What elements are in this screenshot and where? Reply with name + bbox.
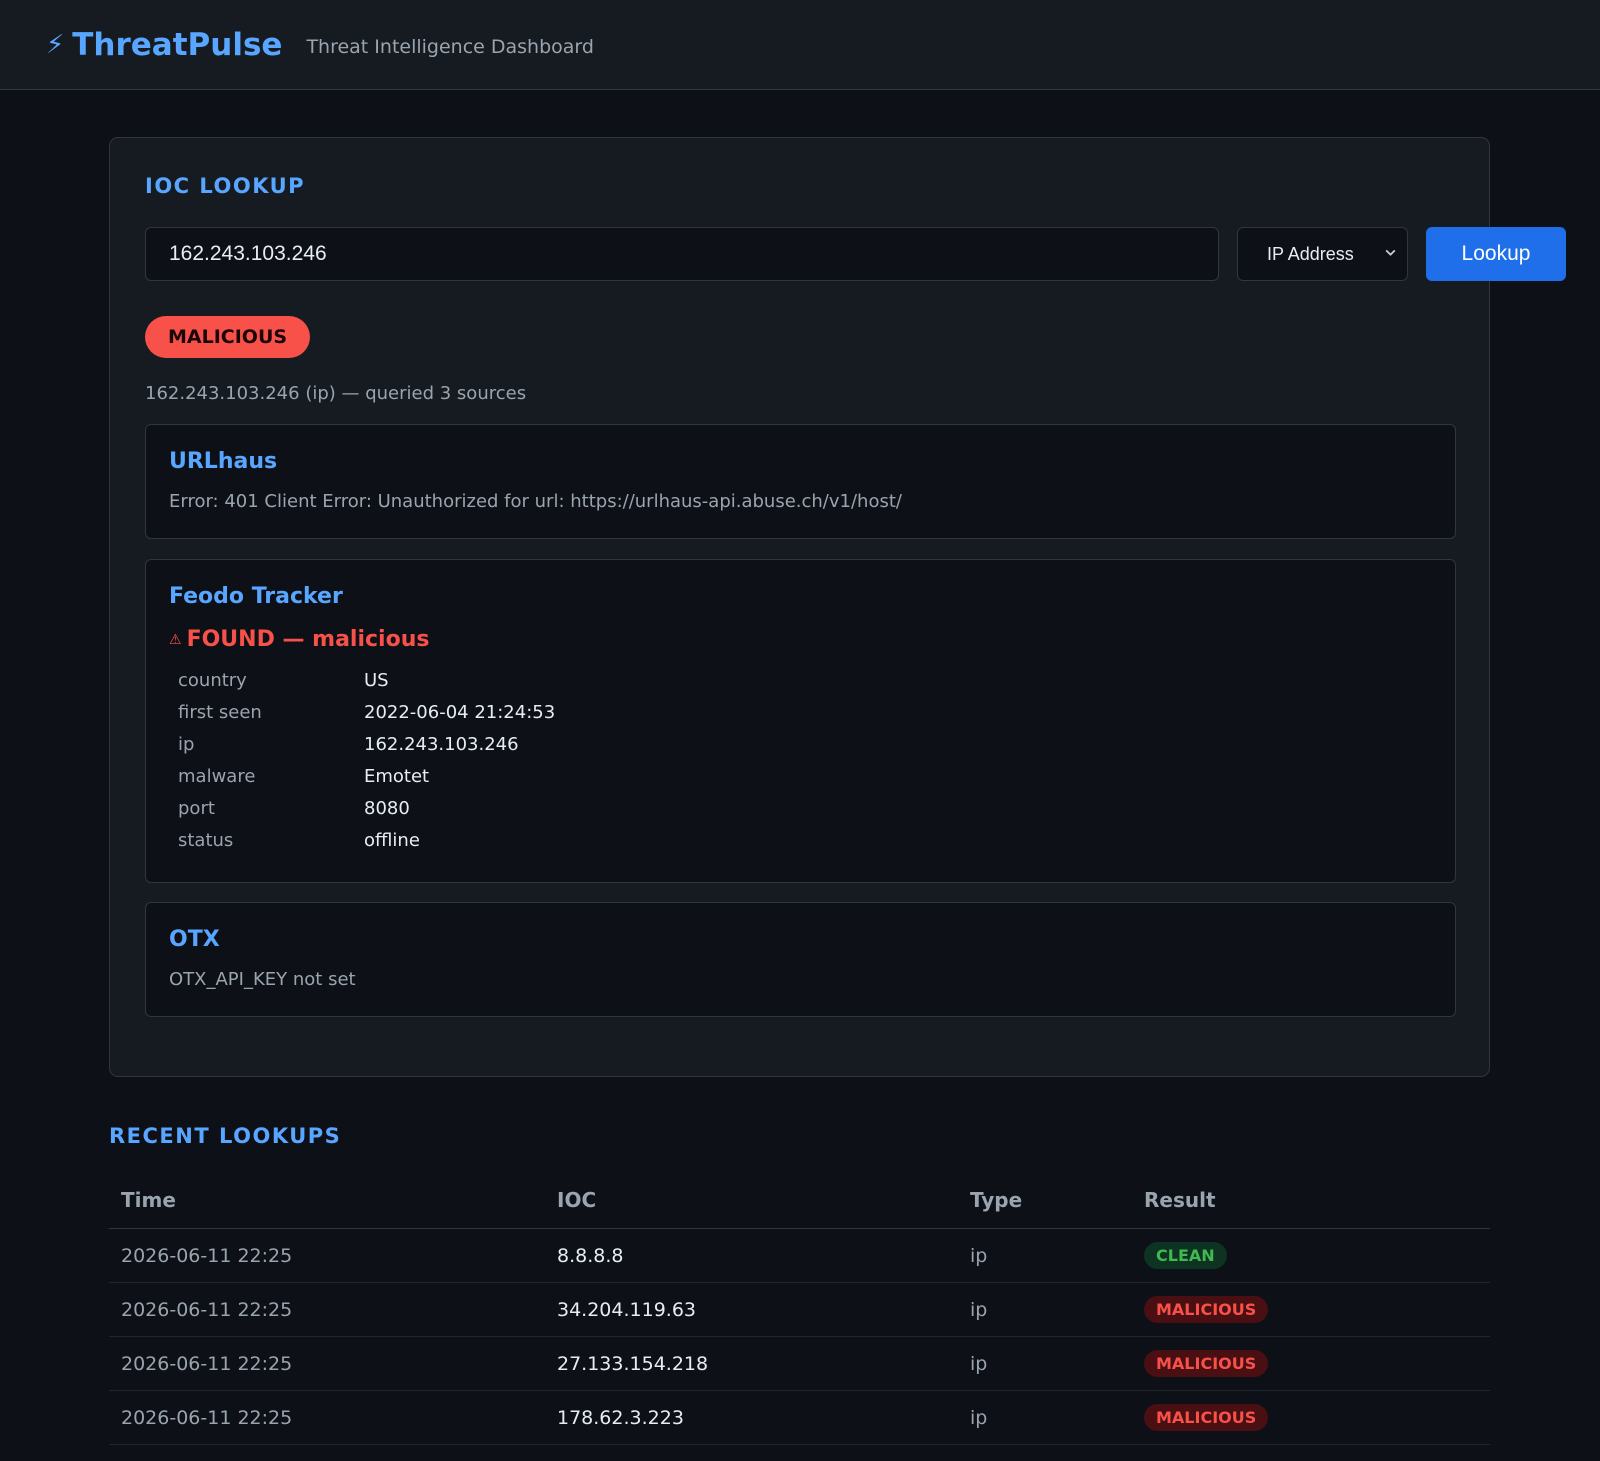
cell-type: ip (958, 1282, 1132, 1337)
result-badge-malicious: MALICIOUS (1144, 1296, 1269, 1323)
lightning-icon: ⚡ (46, 29, 65, 60)
source-name: Feodo Tracker (169, 584, 343, 609)
found-status-text: FOUND — malicious (186, 627, 430, 652)
table-row[interactable]: 2026-06-11 22:25 178.62.3.223 ip MALICIO… (109, 1390, 1490, 1445)
ioc-type-selected-value: IP Address (1267, 243, 1354, 264)
cell-type: ip (958, 1390, 1132, 1445)
chevron-down-icon (1385, 249, 1396, 256)
table-header-row: Time IOC Type Result (109, 1171, 1490, 1229)
ioc-lookup-panel: IOC LOOKUP IP Address Lookup MALICIOUS 1… (109, 137, 1566, 1077)
cell-time: 2026-06-11 22:25 (109, 1282, 545, 1337)
detail-value: offline (364, 830, 420, 851)
source-message: OTX_API_KEY not set (169, 969, 356, 990)
cell-result: MALICIOUS (1132, 1282, 1490, 1337)
lookup-button[interactable]: Lookup (1426, 227, 1566, 281)
verdict-badge: MALICIOUS (145, 316, 311, 358)
app-subtitle: Threat Intelligence Dashboard (306, 35, 594, 58)
cell-ioc: 27.133.154.218 (545, 1336, 958, 1391)
source-name: URLhaus (169, 449, 278, 474)
top-bar: ⚡ ThreatPulse Threat Intelligence Dashbo… (0, 0, 1600, 90)
source-card-urlhaus: URLhaus Error: 401 Client Error: Unautho… (145, 424, 1456, 539)
detail-key: malware (178, 766, 256, 787)
cell-result: MALICIOUS (1132, 1390, 1490, 1445)
detail-value: 8080 (364, 798, 410, 819)
source-card-feodo-tracker: Feodo Tracker ⚠ FOUND — malicious countr… (145, 559, 1456, 883)
cell-ioc: 178.62.3.223 (545, 1390, 958, 1445)
lookup-summary: 162.243.103.246 (ip) — queried 3 sources (145, 383, 527, 404)
cell-time: 2026-06-11 22:25 (109, 1336, 545, 1391)
ioc-search-input[interactable] (145, 227, 1219, 281)
column-header-time: Time (109, 1171, 545, 1229)
cell-result: MALICIOUS (1132, 1336, 1490, 1391)
source-message: Error: 401 Client Error: Unauthorized fo… (169, 491, 902, 512)
table-row[interactable]: 2026-06-11 22:25 34.204.119.63 ip MALICI… (109, 1282, 1490, 1337)
cell-type: ip (958, 1228, 1132, 1283)
ioc-type-select[interactable]: IP Address (1237, 227, 1408, 281)
detail-key: country (178, 670, 247, 691)
detail-key: ip (178, 734, 195, 755)
source-card-otx: OTX OTX_API_KEY not set (145, 902, 1456, 1017)
column-header-ioc: IOC (545, 1171, 958, 1229)
detail-key: port (178, 798, 215, 819)
detail-value: Emotet (364, 766, 430, 787)
table-row[interactable]: 2026-06-11 22:25 8.8.8.8 ip CLEAN (109, 1228, 1490, 1283)
detail-value: US (364, 670, 389, 691)
detail-key: status (178, 830, 234, 851)
cell-ioc: 8.8.8.8 (545, 1228, 958, 1283)
source-name: OTX (169, 927, 220, 952)
cell-ioc: 34.204.119.63 (545, 1282, 958, 1337)
brand-name[interactable]: ThreatPulse (72, 27, 282, 63)
cell-time: 2026-06-11 22:25 (109, 1228, 545, 1283)
result-badge-malicious: MALICIOUS (1144, 1404, 1269, 1431)
cell-result: CLEAN (1132, 1228, 1490, 1283)
column-header-type: Type (958, 1171, 1132, 1229)
detail-value: 2022-06-04 21:24:53 (364, 702, 556, 723)
recent-lookups-table: Time IOC Type Result 2026-06-11 22:25 8.… (109, 1171, 1490, 1445)
cell-time: 2026-06-11 22:25 (109, 1390, 545, 1445)
cell-type: ip (958, 1336, 1132, 1391)
column-header-result: Result (1132, 1171, 1490, 1229)
result-badge-clean: CLEAN (1144, 1242, 1227, 1269)
found-status: ⚠ FOUND — malicious (169, 627, 429, 652)
recent-lookups-title: RECENT LOOKUPS (109, 1124, 342, 1148)
result-badge-malicious: MALICIOUS (1144, 1350, 1269, 1377)
detail-key: first seen (178, 702, 262, 723)
panel-title: IOC LOOKUP (145, 174, 306, 198)
warning-icon: ⚠ (169, 631, 182, 648)
table-row[interactable]: 2026-06-11 22:25 27.133.154.218 ip MALIC… (109, 1336, 1490, 1391)
detail-value: 162.243.103.246 (364, 734, 519, 755)
